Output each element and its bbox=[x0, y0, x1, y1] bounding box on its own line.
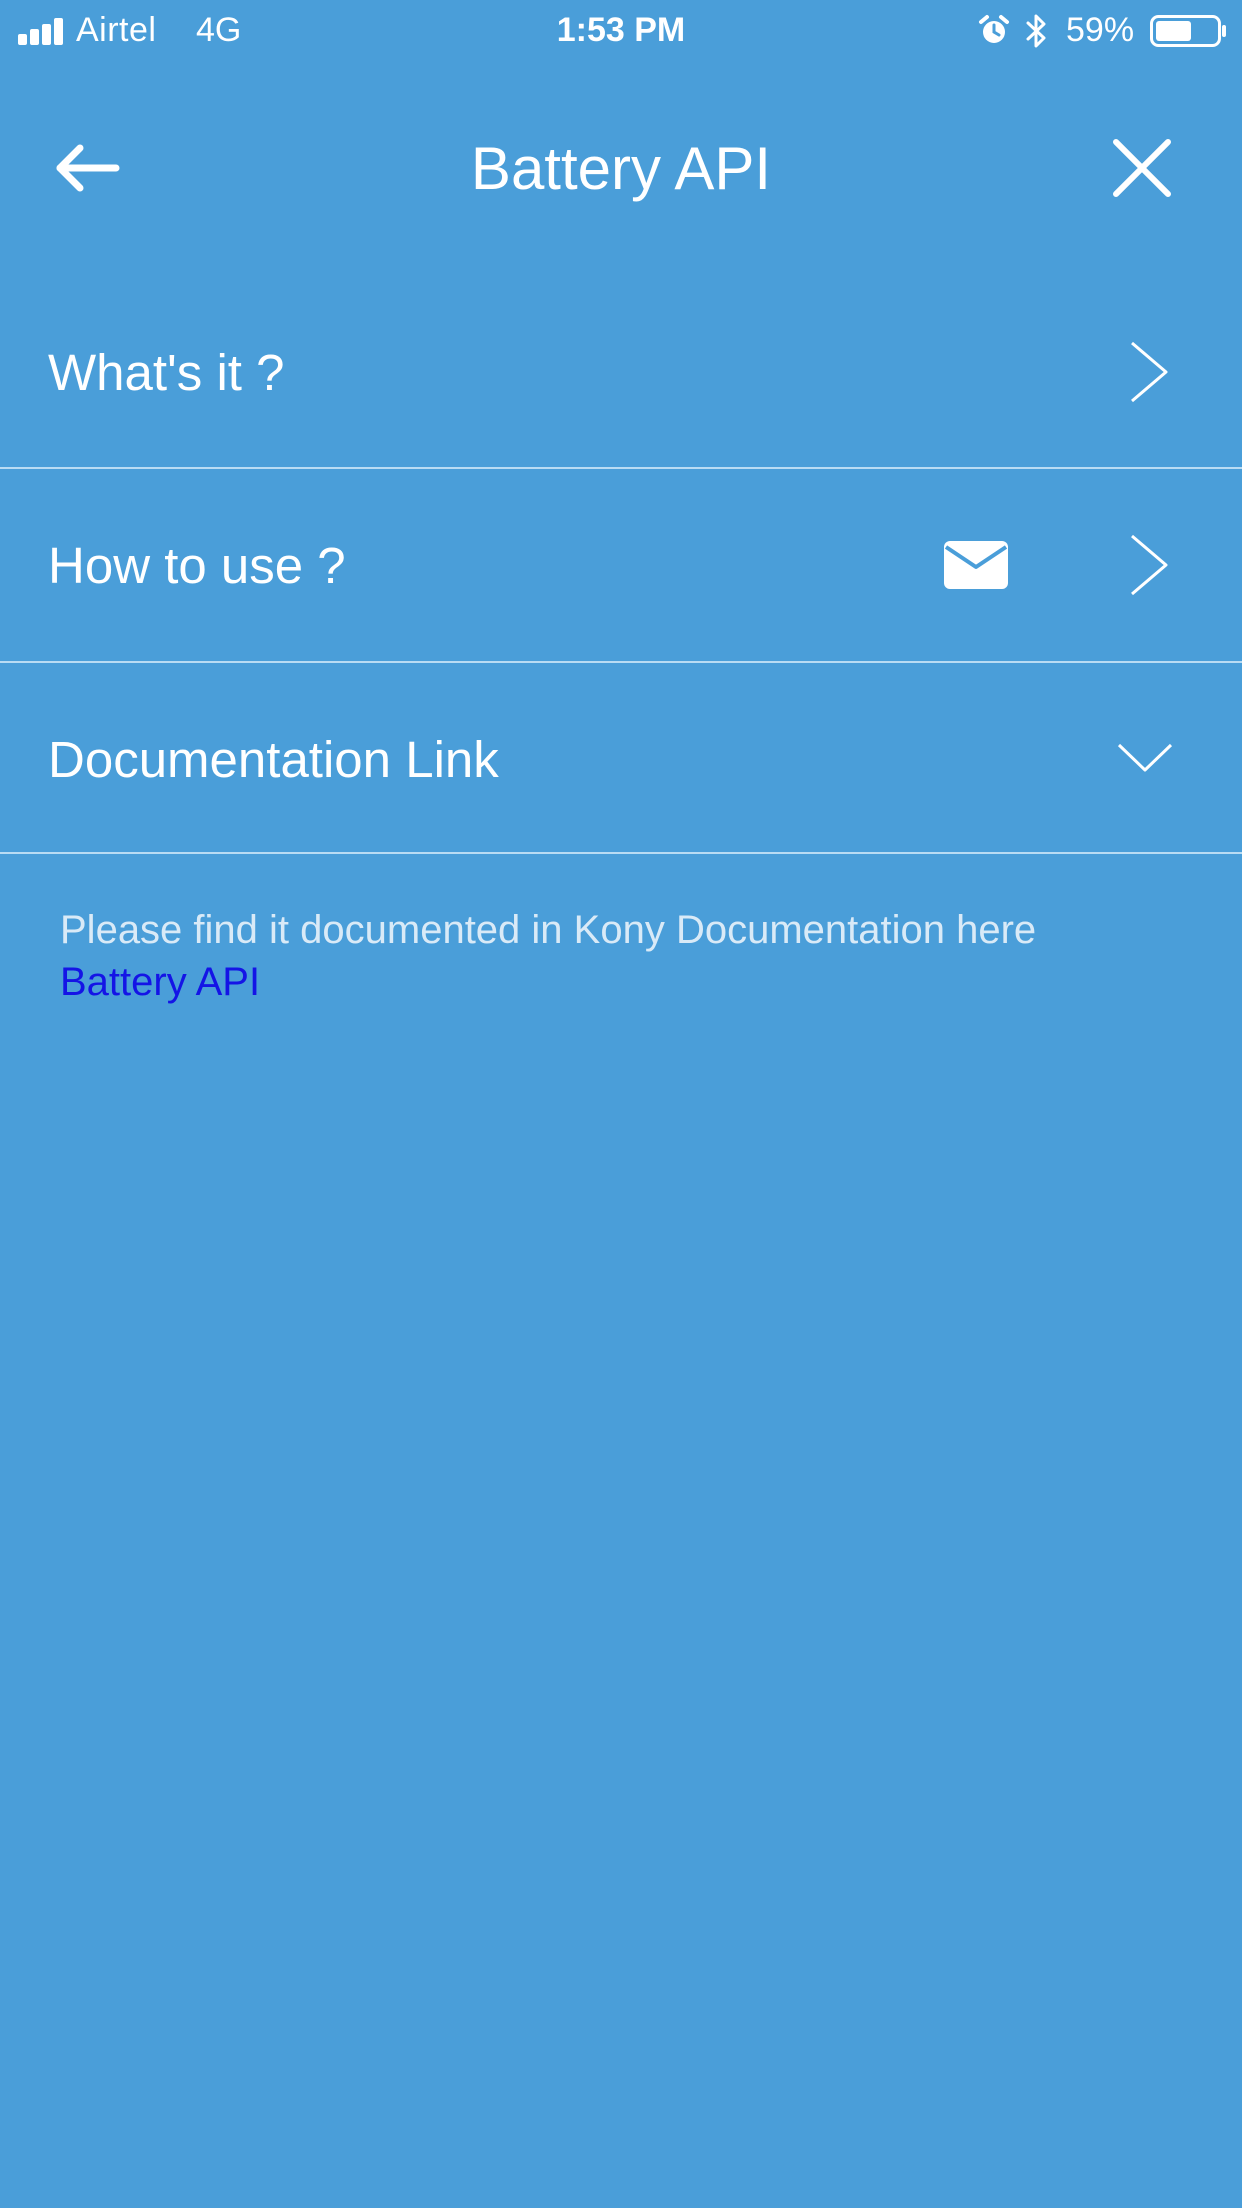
status-bar: Airtel 4G 1:53 PM 59% bbox=[0, 0, 1242, 64]
status-time: 1:53 PM bbox=[556, 11, 686, 49]
row-whats-it[interactable]: What's it ? bbox=[0, 276, 1242, 468]
battery-percentage: 59% bbox=[1066, 11, 1135, 49]
row-documentation-link[interactable]: Documentation Link bbox=[0, 663, 1242, 855]
divider bbox=[0, 852, 1242, 854]
close-icon bbox=[1113, 139, 1171, 197]
row-label-documentation-link: Documentation Link bbox=[48, 730, 499, 788]
bluetooth-icon bbox=[1026, 14, 1046, 48]
page-title: Battery API bbox=[470, 135, 772, 202]
alarm-icon bbox=[979, 15, 1009, 43]
chevron-right-icon bbox=[1131, 534, 1168, 596]
mail-icon[interactable] bbox=[944, 541, 1008, 589]
row-label-how-to-use: How to use ? bbox=[48, 536, 346, 594]
documentation-link[interactable]: Battery API bbox=[60, 956, 1190, 1008]
chevron-down-icon bbox=[1117, 743, 1173, 772]
chevron-right-icon bbox=[1131, 341, 1168, 403]
row-label-whats-it: What's it ? bbox=[48, 343, 285, 401]
row-how-to-use[interactable]: How to use ? bbox=[0, 469, 1242, 661]
documentation-description: Please find it documented in Kony Docume… bbox=[60, 908, 1037, 952]
close-button[interactable] bbox=[1104, 130, 1180, 206]
documentation-text-block: Please find it documented in Kony Docume… bbox=[60, 904, 1190, 1008]
battery-icon bbox=[1150, 15, 1226, 47]
